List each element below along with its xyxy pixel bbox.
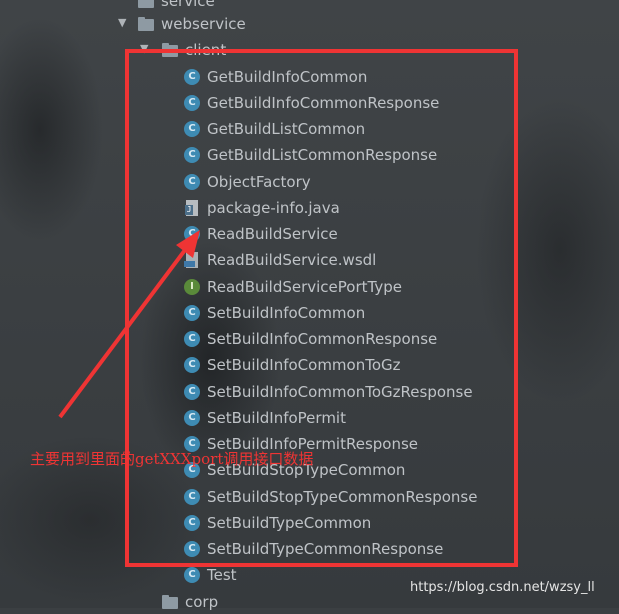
highlight-box — [125, 49, 518, 567]
folder-icon — [138, 0, 154, 9]
tree-item-label: corp — [185, 593, 219, 611]
folder-icon — [138, 16, 154, 32]
chevron-down-icon[interactable]: ▼ — [118, 16, 126, 29]
tree-item-label: Test — [207, 566, 237, 584]
tree-item-corp[interactable]: corp — [162, 590, 218, 614]
tree-item-webservice[interactable]: webservice — [138, 12, 246, 36]
class-icon: C — [184, 567, 200, 583]
watermark: https://blog.csdn.net/wzsy_ll — [410, 580, 595, 595]
tree-item-label: service — [161, 0, 215, 10]
tree-item-label: webservice — [161, 15, 246, 33]
annotation-text: 主要用到里面的getXXXport调用接口数据 — [30, 450, 314, 468]
